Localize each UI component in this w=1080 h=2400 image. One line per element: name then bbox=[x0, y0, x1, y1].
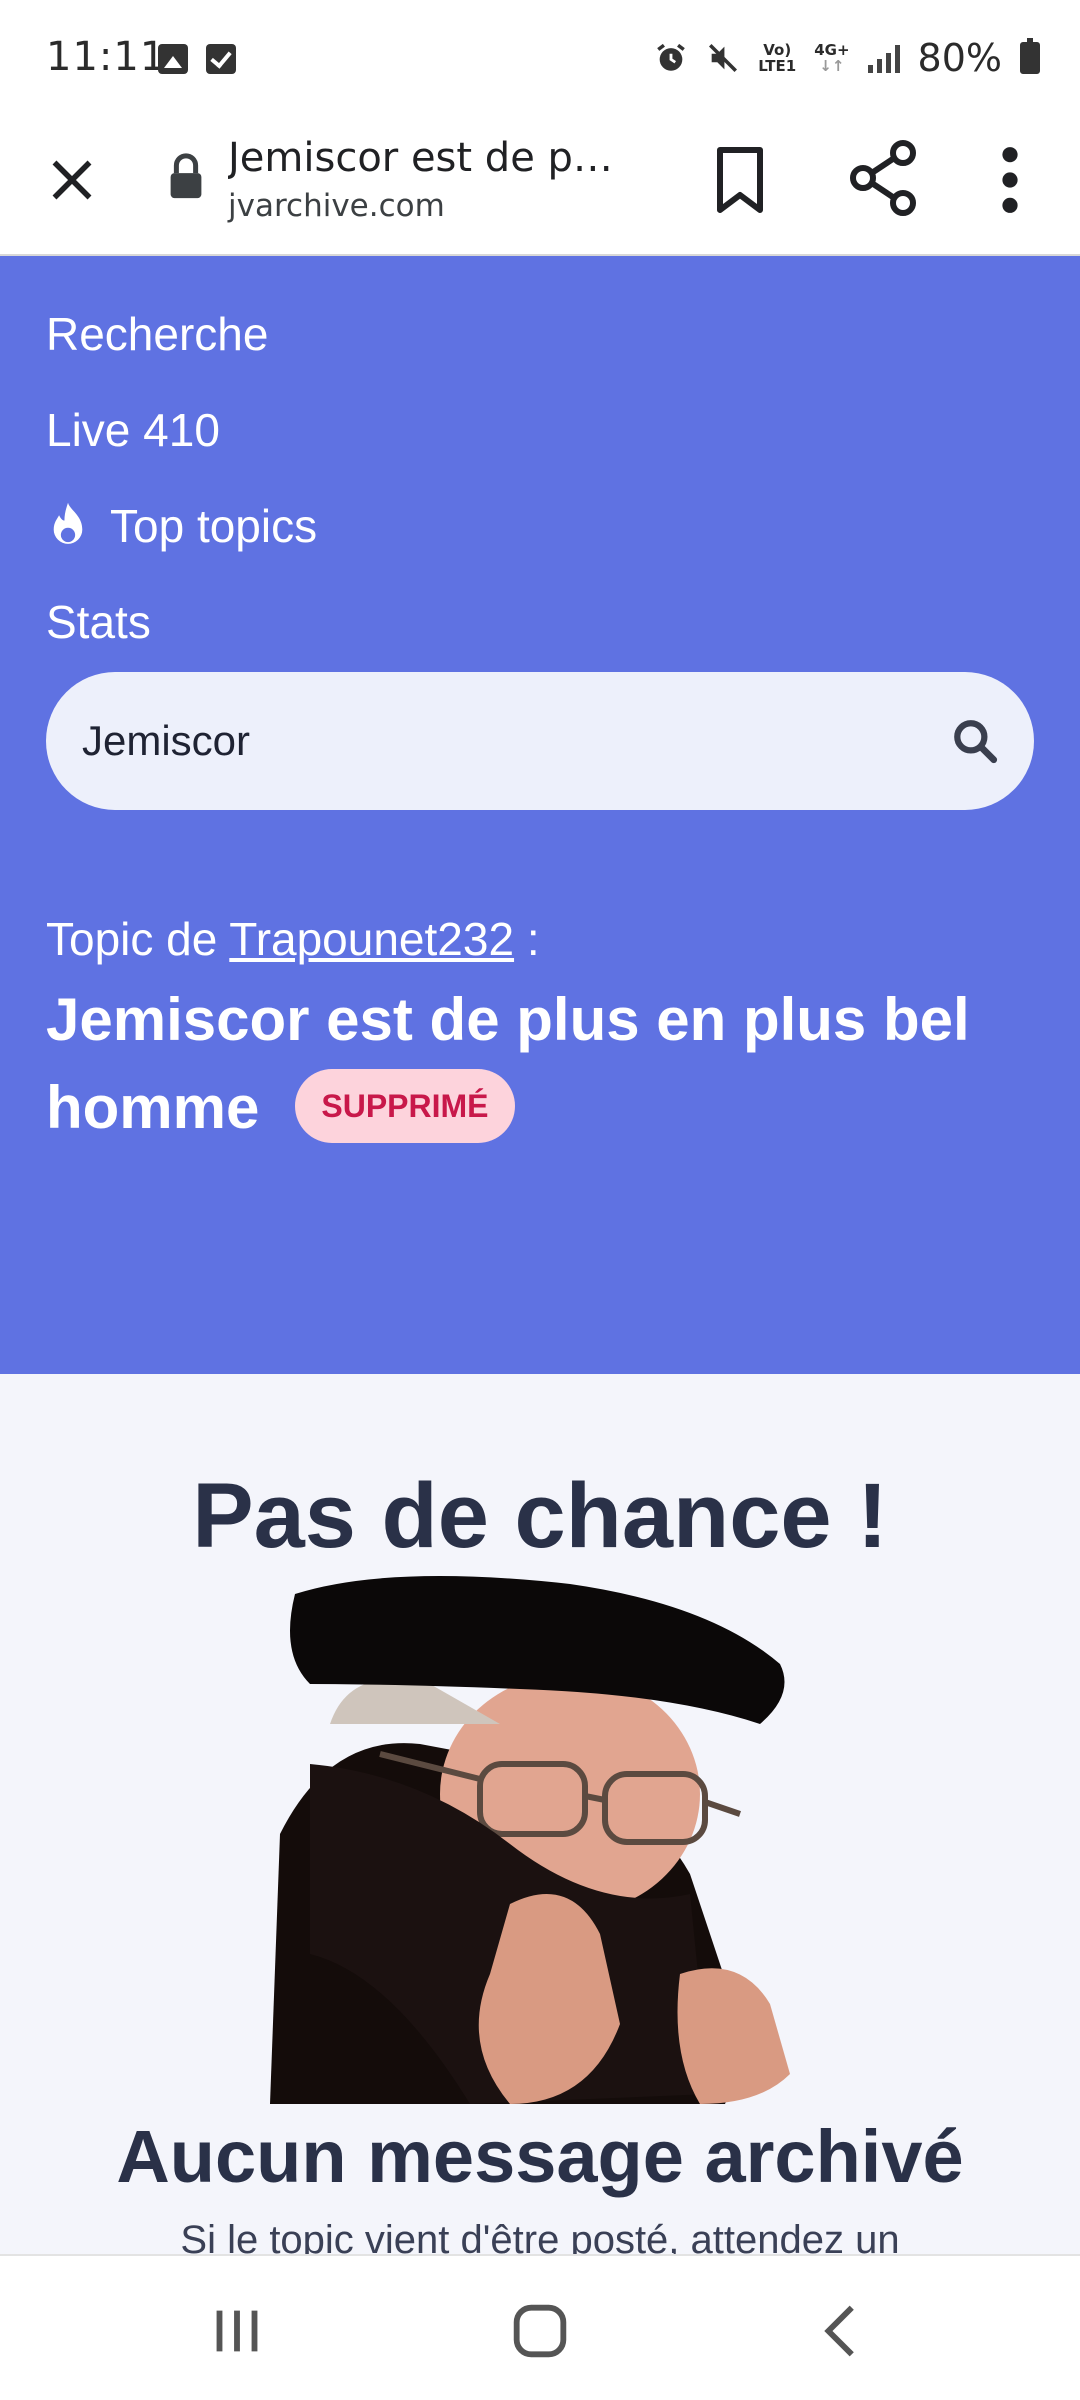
nav-item-top-topics[interactable]: Top topics bbox=[46, 478, 317, 574]
hero-section: Recherche Live 410 Top topics Stats Topi… bbox=[0, 256, 1080, 1374]
search-bar bbox=[46, 672, 1034, 810]
nav-item-stats[interactable]: Stats bbox=[46, 574, 317, 670]
status-system-icons: Vo) LTE1 4G+ ↓↑ 80% bbox=[654, 36, 1040, 80]
network-4g-label: 4G+ ↓↑ bbox=[814, 42, 849, 74]
nav-item-label: Live 410 bbox=[46, 404, 220, 456]
lte-text: LTE1 bbox=[758, 57, 797, 75]
status-notification-icons bbox=[158, 44, 236, 74]
battery-icon bbox=[1020, 38, 1040, 74]
close-icon[interactable] bbox=[42, 150, 102, 210]
browser-toolbar: Jemiscor est de p… jvarchive.com bbox=[0, 120, 1080, 256]
url-bar[interactable]: Jemiscor est de p… jvarchive.com bbox=[228, 130, 648, 226]
more-vert-icon[interactable] bbox=[990, 142, 1030, 218]
battery-percent: 80% bbox=[917, 36, 1002, 80]
4g-text: 4G+ bbox=[814, 41, 850, 59]
site-nav: Recherche Live 410 Top topics Stats bbox=[46, 286, 317, 670]
empty-state-heading: Aucun message archivé bbox=[116, 2115, 964, 2198]
empty-state-subtext: Si le topic vient d'être posté, attendez… bbox=[180, 2218, 900, 2254]
topic-author-line: Topic de Trapounet232 : bbox=[46, 912, 540, 966]
empty-state: Pas de chance ! Aucun message archivé Si… bbox=[0, 1374, 1080, 2254]
nav-item-label: Top topics bbox=[110, 500, 318, 552]
home-icon[interactable] bbox=[505, 2296, 575, 2366]
status-bar: 11:11 Vo) LTE1 4G+ ↓↑ 80% bbox=[0, 0, 1080, 120]
system-nav-bar bbox=[0, 2254, 1080, 2400]
empty-state-title: Pas de chance ! bbox=[192, 1465, 888, 1567]
recent-apps-icon[interactable] bbox=[202, 2296, 272, 2366]
flame-icon bbox=[53, 502, 83, 544]
topic-title-block: Jemiscor est de plus en plus bel homme SU… bbox=[46, 976, 1046, 1152]
nav-item-live[interactable]: Live 410 bbox=[46, 382, 317, 478]
network-volte-label: Vo) LTE1 bbox=[758, 42, 796, 74]
volte-text: Vo) bbox=[763, 41, 792, 59]
signal-icon bbox=[867, 43, 900, 73]
task-notification-icon bbox=[206, 44, 236, 74]
share-icon[interactable] bbox=[848, 138, 918, 218]
search-icon[interactable] bbox=[950, 716, 1000, 766]
nav-item-label: Stats bbox=[46, 596, 151, 648]
gallery-notification-icon bbox=[158, 44, 188, 74]
bookmark-icon[interactable] bbox=[710, 142, 770, 218]
topic-by-suffix: : bbox=[526, 913, 540, 965]
alarm-icon bbox=[657, 43, 686, 71]
page-domain: jvarchive.com bbox=[228, 188, 445, 224]
search-input[interactable] bbox=[80, 672, 920, 810]
data-arrows-icon: ↓↑ bbox=[819, 57, 845, 75]
topic-author-link[interactable]: Trapounet232 bbox=[229, 913, 514, 965]
old-man-hiding-illustration bbox=[270, 1576, 790, 2104]
status-badge: SUPPRIMÉ bbox=[295, 1069, 515, 1144]
mute-icon bbox=[709, 43, 738, 73]
topic-by-prefix: Topic de bbox=[46, 913, 218, 965]
page-title: Jemiscor est de p… bbox=[228, 135, 613, 181]
back-icon[interactable] bbox=[808, 2296, 878, 2366]
status-time: 11:11 bbox=[46, 34, 167, 80]
lock-icon[interactable] bbox=[166, 152, 206, 202]
nav-item-recherche[interactable]: Recherche bbox=[46, 286, 317, 382]
nav-item-label: Recherche bbox=[46, 308, 269, 360]
